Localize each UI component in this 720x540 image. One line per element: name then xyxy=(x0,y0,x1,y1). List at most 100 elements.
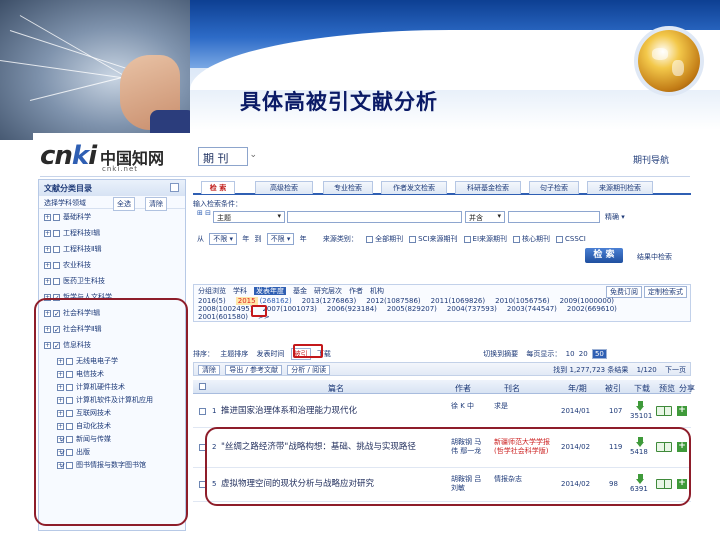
source-checkbox[interactable] xyxy=(513,235,521,243)
year-link[interactable]: 2013(1276863) xyxy=(302,297,356,305)
grouping-option[interactable]: 作者 xyxy=(349,287,363,295)
source-checkbox[interactable] xyxy=(366,235,374,243)
year-link[interactable]: 2007(1001073) xyxy=(262,305,316,313)
year-link[interactable]: 2002(669610) xyxy=(567,305,617,313)
year-link[interactable]: 2005(829207) xyxy=(387,305,437,313)
book-icon[interactable] xyxy=(656,406,672,416)
year-link[interactable]: 2012(1087586) xyxy=(366,297,420,305)
category-checkbox[interactable] xyxy=(53,261,60,269)
sidebar-item[interactable]: + 工程科技Ⅰ辑 xyxy=(39,225,185,241)
sidebar-toolbar: 选择学科领域 全选 清除 xyxy=(39,196,185,211)
year-link[interactable]: 2009(1000000) xyxy=(560,297,614,305)
per-page-50[interactable]: 50 xyxy=(591,349,607,359)
grouping-right-link[interactable]: 定制检索式 xyxy=(644,286,687,298)
field-select[interactable]: 主题 ▾ xyxy=(213,211,285,223)
source-checkbox[interactable] xyxy=(556,235,564,243)
row-author[interactable]: 徐 K 中 xyxy=(451,402,485,411)
sidebar-item[interactable]: + 工程科技Ⅱ辑 xyxy=(39,241,185,257)
cnki-logo-text: cnki xyxy=(40,141,97,171)
add-remove-icons[interactable]: ⊞ ⊟ xyxy=(197,209,211,223)
expand-icon[interactable]: + xyxy=(44,229,51,237)
clear-selection-button[interactable]: 清除 xyxy=(198,365,220,375)
analysis-button[interactable]: 分析 / 阅读 xyxy=(287,365,331,375)
source-label-2: EI来源期刊 xyxy=(472,235,508,243)
year-link[interactable]: 2004(737593) xyxy=(447,305,497,313)
grouping-option[interactable]: 学科 xyxy=(233,287,247,295)
sort-subject[interactable]: 主题排序 xyxy=(220,350,248,358)
select-all-checkbox[interactable] xyxy=(199,383,206,390)
row-cited[interactable]: 107 xyxy=(609,407,622,416)
precision-select[interactable]: 精确 ▾ xyxy=(605,212,625,226)
collapse-icon[interactable] xyxy=(170,183,179,192)
next-page-link[interactable]: 下一页 xyxy=(665,366,686,374)
sort-date[interactable]: 发表时间 xyxy=(256,350,284,358)
add-icon[interactable]: + xyxy=(677,406,687,416)
cnki-logo: cnki 中国知网 cnki.net xyxy=(40,141,180,175)
annotation-sidebar-outline xyxy=(34,298,188,526)
cnki-screenshot: cnki 中国知网 cnki.net 期 刊 ⌄ 期刊导航 文献分类目录 选择学… xyxy=(33,133,698,540)
category-checkbox[interactable] xyxy=(53,229,60,237)
tab-6[interactable]: 来源期刊检索 xyxy=(587,181,653,194)
to-label: 到 xyxy=(254,235,262,243)
category-checkbox[interactable] xyxy=(53,213,60,221)
sidebar-item[interactable]: + 农业科技 xyxy=(39,257,185,273)
search-area: 输入检索条件： ⊞ ⊟ 主题 ▾ 并含 ▾ 精确 ▾ 从 不限 ▾ 年 到 不限… xyxy=(193,199,691,263)
result-search-link[interactable]: 结果中检索 xyxy=(637,252,672,266)
page-indicator: 1/120 xyxy=(636,366,657,374)
year-link[interactable]: 2016(5) xyxy=(198,297,226,305)
export-button[interactable]: 导出 / 参考文献 xyxy=(225,365,283,375)
year-link[interactable]: (268162) xyxy=(260,297,292,305)
expand-icon[interactable]: + xyxy=(44,245,51,253)
year-link[interactable]: 2010(1056756) xyxy=(495,297,549,305)
tab-3[interactable]: 作者发文检索 xyxy=(381,181,447,194)
to-year-select[interactable]: 不限 ▾ xyxy=(266,233,295,245)
keyword-input[interactable] xyxy=(287,211,462,223)
switch-abstract[interactable]: 切换到摘要 xyxy=(483,350,518,358)
grouping-option[interactable]: 研究层次 xyxy=(314,287,342,295)
per-page-10[interactable]: 10 xyxy=(566,350,575,358)
expand-icon[interactable]: + xyxy=(44,213,51,221)
row-journal[interactable]: 求是 xyxy=(494,402,554,411)
category-checkbox[interactable] xyxy=(53,245,60,253)
chevron-down-icon: ▾ xyxy=(497,212,501,220)
table-row[interactable]: 1 推进国家治理体系和治理能力现代化徐 K 中求是 2014/01 107 35101 + xyxy=(193,396,691,428)
year-link[interactable]: 2008(1002495) xyxy=(198,305,252,313)
source-checkbox[interactable] xyxy=(409,235,417,243)
year-link[interactable]: 2015 xyxy=(235,297,258,305)
tab-1[interactable]: 高级检索 xyxy=(255,181,313,194)
keyword-input-2[interactable] xyxy=(508,211,600,223)
sidebar-item[interactable]: + 基础科学 xyxy=(39,209,185,225)
grouping-option[interactable]: 发表年度 xyxy=(254,287,286,295)
per-page-label: 每页显示： xyxy=(526,350,562,358)
annotation-cited-outline xyxy=(293,344,323,358)
download-icon[interactable] xyxy=(636,401,645,411)
expand-icon[interactable]: + xyxy=(44,261,51,269)
database-select[interactable]: 期 刊 ⌄ xyxy=(198,147,257,166)
match-select[interactable]: 并含 ▾ xyxy=(465,211,505,223)
year-link[interactable]: 2001(601580) xyxy=(198,313,248,321)
col-journal: 刊名 xyxy=(504,384,520,393)
year-link[interactable]: 2003(744547) xyxy=(507,305,557,313)
category-checkbox[interactable] xyxy=(53,277,60,285)
row-title-link[interactable]: 推进国家治理体系和治理能力现代化 xyxy=(221,407,447,416)
expand-icon[interactable]: + xyxy=(44,277,51,285)
match-select-value: 并含 xyxy=(469,214,483,222)
sidebar-item[interactable]: + 医药卫生科技 xyxy=(39,273,185,289)
grouping-option[interactable]: 机构 xyxy=(370,287,384,295)
search-button[interactable]: 检 索 xyxy=(585,248,623,263)
from-year-select[interactable]: 不限 ▾ xyxy=(209,233,237,245)
grouping-option[interactable]: 基金 xyxy=(293,287,307,295)
tab-0[interactable]: 检 索 xyxy=(201,181,235,194)
year-link[interactable]: 2006(923184) xyxy=(327,305,377,313)
source-checkbox[interactable] xyxy=(463,235,471,243)
per-page-20[interactable]: 20 xyxy=(579,350,588,358)
year-link[interactable]: 2011(1069826) xyxy=(431,297,485,305)
to-year-value: 不限 xyxy=(270,235,285,243)
tab-5[interactable]: 句子检索 xyxy=(529,181,579,194)
sidebar-item-label: 工程科技Ⅱ辑 xyxy=(63,245,102,253)
search-tabs: 检 索 高级检索 专业检索 作者发文检索 科研基金检索 句子检索 来源期刊检索 xyxy=(193,179,691,195)
tab-2[interactable]: 专业检索 xyxy=(323,181,373,194)
journal-nav-link[interactable]: 期刊导航 xyxy=(633,153,669,166)
row-checkbox[interactable] xyxy=(199,408,206,415)
tab-4[interactable]: 科研基金检索 xyxy=(455,181,521,194)
